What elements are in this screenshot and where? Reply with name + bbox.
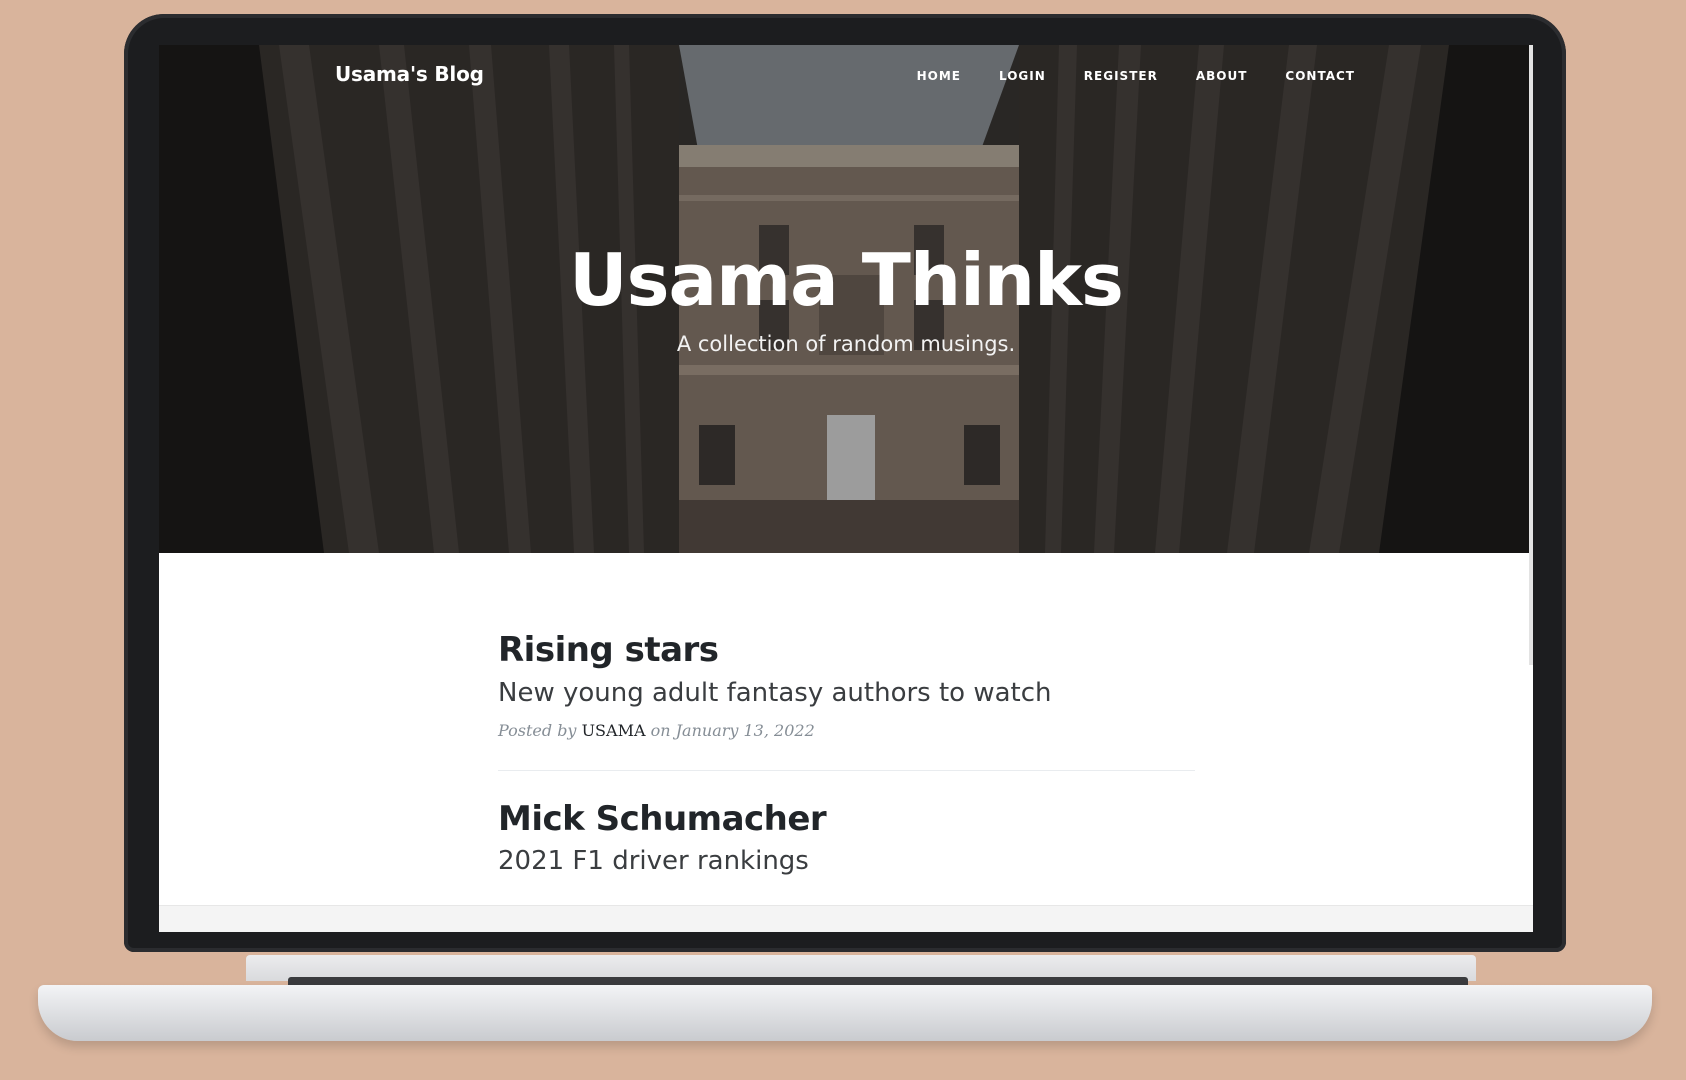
post-preview[interactable]: Rising stars New young adult fantasy aut… <box>498 630 1195 740</box>
brand-link[interactable]: Usama's Blog <box>335 62 484 86</box>
nav-links: HOME LOGIN REGISTER ABOUT CONTACT <box>917 69 1355 83</box>
post-meta-prefix: Posted by <box>498 720 577 740</box>
site-subtitle: A collection of random musings. <box>676 332 1016 357</box>
post-subtitle[interactable]: 2021 F1 driver rankings <box>498 845 1195 879</box>
laptop-mockup: Usama's Blog HOME LOGIN REGISTER ABOUT C… <box>0 0 1686 1080</box>
hero-header: Usama's Blog HOME LOGIN REGISTER ABOUT C… <box>159 45 1533 553</box>
browser-viewport: Usama's Blog HOME LOGIN REGISTER ABOUT C… <box>159 45 1533 932</box>
laptop-base <box>38 955 1652 1063</box>
post-subtitle[interactable]: New young adult fantasy authors to watch <box>498 677 1195 711</box>
post-author-link[interactable]: USAMA <box>582 721 646 740</box>
nav-about-link[interactable]: ABOUT <box>1196 69 1248 83</box>
post-meta: Posted by USAMA on January 13, 2022 <box>498 721 1195 740</box>
nav-home-link[interactable]: HOME <box>917 69 961 83</box>
laptop-base-body <box>38 985 1652 1041</box>
post-date: January 13, 2022 <box>675 720 815 740</box>
post-title[interactable]: Mick Schumacher <box>498 799 1195 840</box>
screen-bottom-bar <box>159 905 1533 932</box>
site-title: Usama Thinks <box>569 238 1124 322</box>
nav-contact-link[interactable]: CONTACT <box>1285 69 1355 83</box>
post-list: Rising stars New young adult fantasy aut… <box>498 630 1195 879</box>
nav-login-link[interactable]: LOGIN <box>999 69 1046 83</box>
top-navbar: Usama's Blog HOME LOGIN REGISTER ABOUT C… <box>159 45 1533 109</box>
site-heading: Usama Thinks A collection of random musi… <box>159 238 1533 357</box>
scrollbar[interactable] <box>1529 45 1533 665</box>
post-preview[interactable]: Mick Schumacher 2021 F1 driver rankings <box>498 799 1195 880</box>
post-meta-on: on <box>650 720 671 740</box>
post-divider <box>498 769 1195 771</box>
nav-register-link[interactable]: REGISTER <box>1084 69 1158 83</box>
post-title[interactable]: Rising stars <box>498 630 1195 671</box>
